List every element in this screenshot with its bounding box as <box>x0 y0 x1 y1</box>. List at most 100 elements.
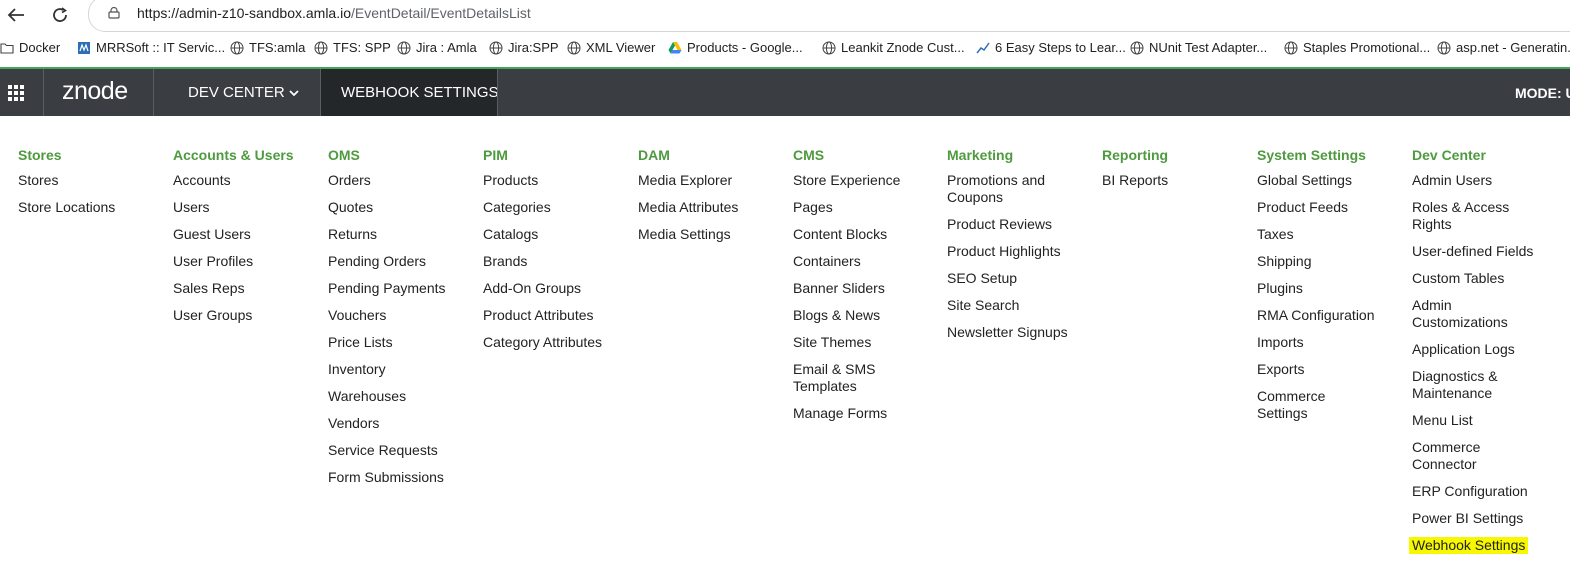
bookmark-docker[interactable]: Docker <box>0 40 60 55</box>
bookmark-tfs-spp[interactable]: TFS: SPP <box>314 40 391 55</box>
menu-item[interactable]: Menu List <box>1412 412 1562 429</box>
menu-item[interactable]: Banner Sliders <box>793 280 943 297</box>
menu-item[interactable]: Brands <box>483 253 633 270</box>
bookmark-mrrsoft[interactable]: MRRSoft :: IT Servic... <box>77 40 225 55</box>
menu-item[interactable]: Shipping <box>1257 253 1407 270</box>
back-arrow-icon[interactable] <box>3 3 29 27</box>
menu-item[interactable]: Accounts <box>173 172 323 189</box>
menu-item[interactable]: BI Reports <box>1102 172 1252 189</box>
menu-item[interactable]: Promotions and Coupons <box>947 172 1067 206</box>
bookmark-products-google[interactable]: Products - Google... <box>668 40 803 55</box>
menu-item[interactable]: Product Feeds <box>1257 199 1407 216</box>
menu-item[interactable]: Newsletter Signups <box>947 324 1097 341</box>
menu-item[interactable]: Orders <box>328 172 478 189</box>
menu-item[interactable]: Site Search <box>947 297 1097 314</box>
menu-heading[interactable]: Stores <box>18 146 168 172</box>
menu-heading[interactable]: DAM <box>638 146 788 172</box>
menu-item[interactable]: Blogs & News <box>793 307 943 324</box>
menu-item[interactable]: Exports <box>1257 361 1407 378</box>
menu-item[interactable]: Custom Tables <box>1412 270 1562 287</box>
menu-item[interactable]: Admin Users <box>1412 172 1562 189</box>
menu-item[interactable]: Categories <box>483 199 633 216</box>
menu-item[interactable]: Returns <box>328 226 478 243</box>
bookmark-leankit[interactable]: Leankit Znode Cust... <box>822 40 965 55</box>
menu-item[interactable]: Catalogs <box>483 226 633 243</box>
menu-item[interactable]: Manage Forms <box>793 405 943 422</box>
znode-logo[interactable]: znode <box>62 77 128 106</box>
menu-item[interactable]: User Profiles <box>173 253 323 270</box>
menu-item[interactable]: Media Settings <box>638 226 788 243</box>
bookmark-6-easy-steps[interactable]: 6 Easy Steps to Lear... <box>976 40 1126 55</box>
menu-item[interactable]: Pending Orders <box>328 253 478 270</box>
menu-item[interactable]: Add-On Groups <box>483 280 633 297</box>
url-text[interactable]: https://admin-z10-sandbox.amla.io/EventD… <box>137 5 531 21</box>
menu-item[interactable]: Plugins <box>1257 280 1407 297</box>
menu-item[interactable]: Admin Customizations <box>1412 297 1522 331</box>
menu-item[interactable]: Form Submissions <box>328 469 478 486</box>
menu-item[interactable]: Guest Users <box>173 226 323 243</box>
dev-center-dropdown[interactable]: DEV CENTER <box>188 84 299 101</box>
mode-indicator[interactable]: MODE: UA <box>1515 85 1570 101</box>
menu-item[interactable]: Media Attributes <box>638 199 788 216</box>
menu-item[interactable]: Power BI Settings <box>1412 510 1562 527</box>
menu-item[interactable]: Commerce Connector <box>1412 439 1502 473</box>
menu-item[interactable]: Product Reviews <box>947 216 1097 233</box>
menu-heading[interactable]: OMS <box>328 146 478 172</box>
menu-item[interactable]: Content Blocks <box>793 226 943 243</box>
menu-item[interactable]: Sales Reps <box>173 280 323 297</box>
menu-item[interactable]: User-defined Fields <box>1412 243 1562 260</box>
menu-item[interactable]: Users <box>173 199 323 216</box>
menu-item[interactable]: Vouchers <box>328 307 478 324</box>
menu-heading[interactable]: Accounts & Users <box>173 146 323 172</box>
menu-item[interactable]: Roles & Access Rights <box>1412 199 1522 233</box>
menu-item[interactable]: RMA Configuration <box>1257 307 1407 324</box>
menu-item[interactable]: Application Logs <box>1412 341 1562 358</box>
menu-item[interactable]: Commerce Settings <box>1257 388 1347 422</box>
menu-item[interactable]: ERP Configuration <box>1412 483 1562 500</box>
menu-item[interactable]: Price Lists <box>328 334 478 351</box>
menu-item[interactable]: Store Experience <box>793 172 943 189</box>
menu-item[interactable]: Email & SMS Templates <box>793 361 883 395</box>
bookmark-jira-amla[interactable]: Jira : Amla <box>397 40 477 55</box>
menu-item[interactable]: Products <box>483 172 633 189</box>
menu-item[interactable]: Global Settings <box>1257 172 1407 189</box>
menu-item[interactable]: Vendors <box>328 415 478 432</box>
menu-heading[interactable]: Reporting <box>1102 146 1252 172</box>
bookmark-nunit[interactable]: NUnit Test Adapter... <box>1130 40 1267 55</box>
menu-item[interactable]: Warehouses <box>328 388 478 405</box>
tab-webhook-settings[interactable]: WEBHOOK SETTINGS <box>321 69 499 116</box>
menu-item[interactable]: SEO Setup <box>947 270 1097 287</box>
reload-icon[interactable] <box>47 3 73 27</box>
menu-item-webhook-settings-highlighted[interactable]: Webhook Settings <box>1409 537 1529 554</box>
bookmark-label: Jira:SPP <box>508 40 559 55</box>
menu-item[interactable]: Stores <box>18 172 168 189</box>
menu-item[interactable]: Taxes <box>1257 226 1407 243</box>
bookmark-staples[interactable]: Staples Promotional... <box>1284 40 1430 55</box>
menu-heading[interactable]: Dev Center <box>1412 146 1562 172</box>
menu-item[interactable]: Product Attributes <box>483 307 633 324</box>
menu-item[interactable]: Quotes <box>328 199 478 216</box>
menu-heading[interactable]: System Settings <box>1257 146 1407 172</box>
menu-item[interactable]: Product Highlights <box>947 243 1097 260</box>
bookmark-xml-viewer[interactable]: XML Viewer <box>567 40 655 55</box>
menu-item[interactable]: Diagnostics & Maintenance <box>1412 368 1512 402</box>
menu-heading[interactable]: Marketing <box>947 146 1097 172</box>
menu-item[interactable]: Service Requests <box>328 442 478 459</box>
menu-item[interactable]: Category Attributes <box>483 334 633 351</box>
menu-item[interactable]: Inventory <box>328 361 478 378</box>
menu-item[interactable]: Containers <box>793 253 943 270</box>
site-info-icon[interactable] <box>108 6 120 19</box>
menu-item[interactable]: Pending Payments <box>328 280 478 297</box>
apps-grid-icon[interactable] <box>0 69 31 116</box>
menu-item[interactable]: Pages <box>793 199 943 216</box>
bookmark-jira-spp[interactable]: Jira:SPP <box>489 40 559 55</box>
menu-item[interactable]: Site Themes <box>793 334 943 351</box>
menu-heading[interactable]: PIM <box>483 146 633 172</box>
menu-item[interactable]: User Groups <box>173 307 323 324</box>
bookmark-tfs-amla[interactable]: TFS:amla <box>230 40 305 55</box>
menu-item[interactable]: Imports <box>1257 334 1407 351</box>
menu-heading[interactable]: CMS <box>793 146 943 172</box>
menu-item[interactable]: Media Explorer <box>638 172 788 189</box>
menu-item[interactable]: Store Locations <box>18 199 168 216</box>
bookmark-aspnet[interactable]: asp.net - Generatin... <box>1437 40 1570 55</box>
